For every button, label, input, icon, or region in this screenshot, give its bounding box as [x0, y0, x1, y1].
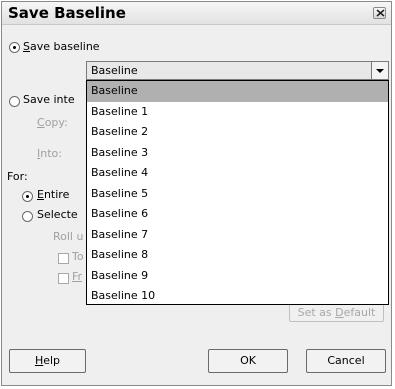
from-subtasks-label: Fr [72, 270, 83, 283]
set-as-default-post: efault [343, 306, 376, 319]
save-interim-label[interactable]: Save inte [23, 93, 75, 106]
close-icon [376, 9, 385, 17]
set-as-default-accel: D [335, 306, 344, 319]
save-baseline-label[interactable]: Save baseline [23, 40, 100, 53]
baseline-option[interactable]: Baseline 5 [87, 184, 388, 205]
selected-tasks-radio[interactable] [22, 211, 33, 222]
into-label: Into: [37, 147, 62, 160]
help-button[interactable]: Help [9, 349, 86, 373]
baseline-option[interactable]: Baseline 7 [87, 225, 388, 246]
from-subtasks-checkbox[interactable] [58, 273, 69, 284]
entire-label-accel: E [37, 188, 44, 201]
to-all-summary-checkbox[interactable] [58, 253, 69, 264]
for-label: For: [7, 170, 28, 183]
baseline-select-value: Baseline [91, 64, 138, 77]
baseline-option[interactable]: Baseline 1 [87, 102, 388, 123]
baseline-option[interactable]: Baseline 3 [87, 143, 388, 164]
close-button[interactable] [373, 7, 386, 19]
rollup-label: Roll u [53, 230, 84, 243]
save-baseline-radio[interactable] [9, 42, 20, 53]
save-baseline-label-rest: ave baseline [29, 40, 100, 53]
chevron-down-icon[interactable] [371, 62, 388, 79]
entire-label-rest: ntire [43, 188, 70, 201]
into-label-rest: nto: [40, 147, 62, 160]
baseline-option[interactable]: Baseline 8 [87, 245, 388, 266]
help-label-accel: H [34, 354, 44, 367]
baseline-dropdown-list: Baseline Baseline 1 Baseline 2 Baseline … [86, 80, 389, 305]
save-baseline-label-accel: S [23, 40, 30, 53]
entire-project-radio[interactable] [22, 191, 33, 202]
dialog-title: Save Baseline [8, 4, 126, 22]
copy-label-rest: opy: [44, 116, 68, 129]
baseline-option[interactable]: Baseline 10 [87, 286, 388, 307]
baseline-option[interactable]: Baseline 6 [87, 204, 388, 225]
copy-label: Copy: [37, 116, 68, 129]
save-interim-radio[interactable] [9, 96, 20, 107]
ok-button[interactable]: OK [208, 349, 288, 373]
entire-project-label[interactable]: Entire [37, 188, 69, 201]
cancel-button[interactable]: Cancel [306, 349, 386, 373]
set-as-default-pre: Set as [297, 306, 336, 319]
baseline-select[interactable]: Baseline [86, 61, 389, 80]
title-bar: Save Baseline [2, 2, 391, 25]
copy-label-accel: C [37, 116, 45, 129]
save-baseline-dialog: Save Baseline Save baseline Baseline Sav… [1, 1, 392, 386]
baseline-option[interactable]: Baseline 4 [87, 163, 388, 184]
to-all-summary-label: To [72, 250, 84, 263]
baseline-option[interactable]: Baseline 9 [87, 266, 388, 287]
help-label-rest: elp [43, 354, 61, 367]
selected-tasks-label[interactable]: Selecte [37, 208, 78, 221]
baseline-option[interactable]: Baseline [87, 81, 388, 102]
baseline-option[interactable]: Baseline 2 [87, 122, 388, 143]
